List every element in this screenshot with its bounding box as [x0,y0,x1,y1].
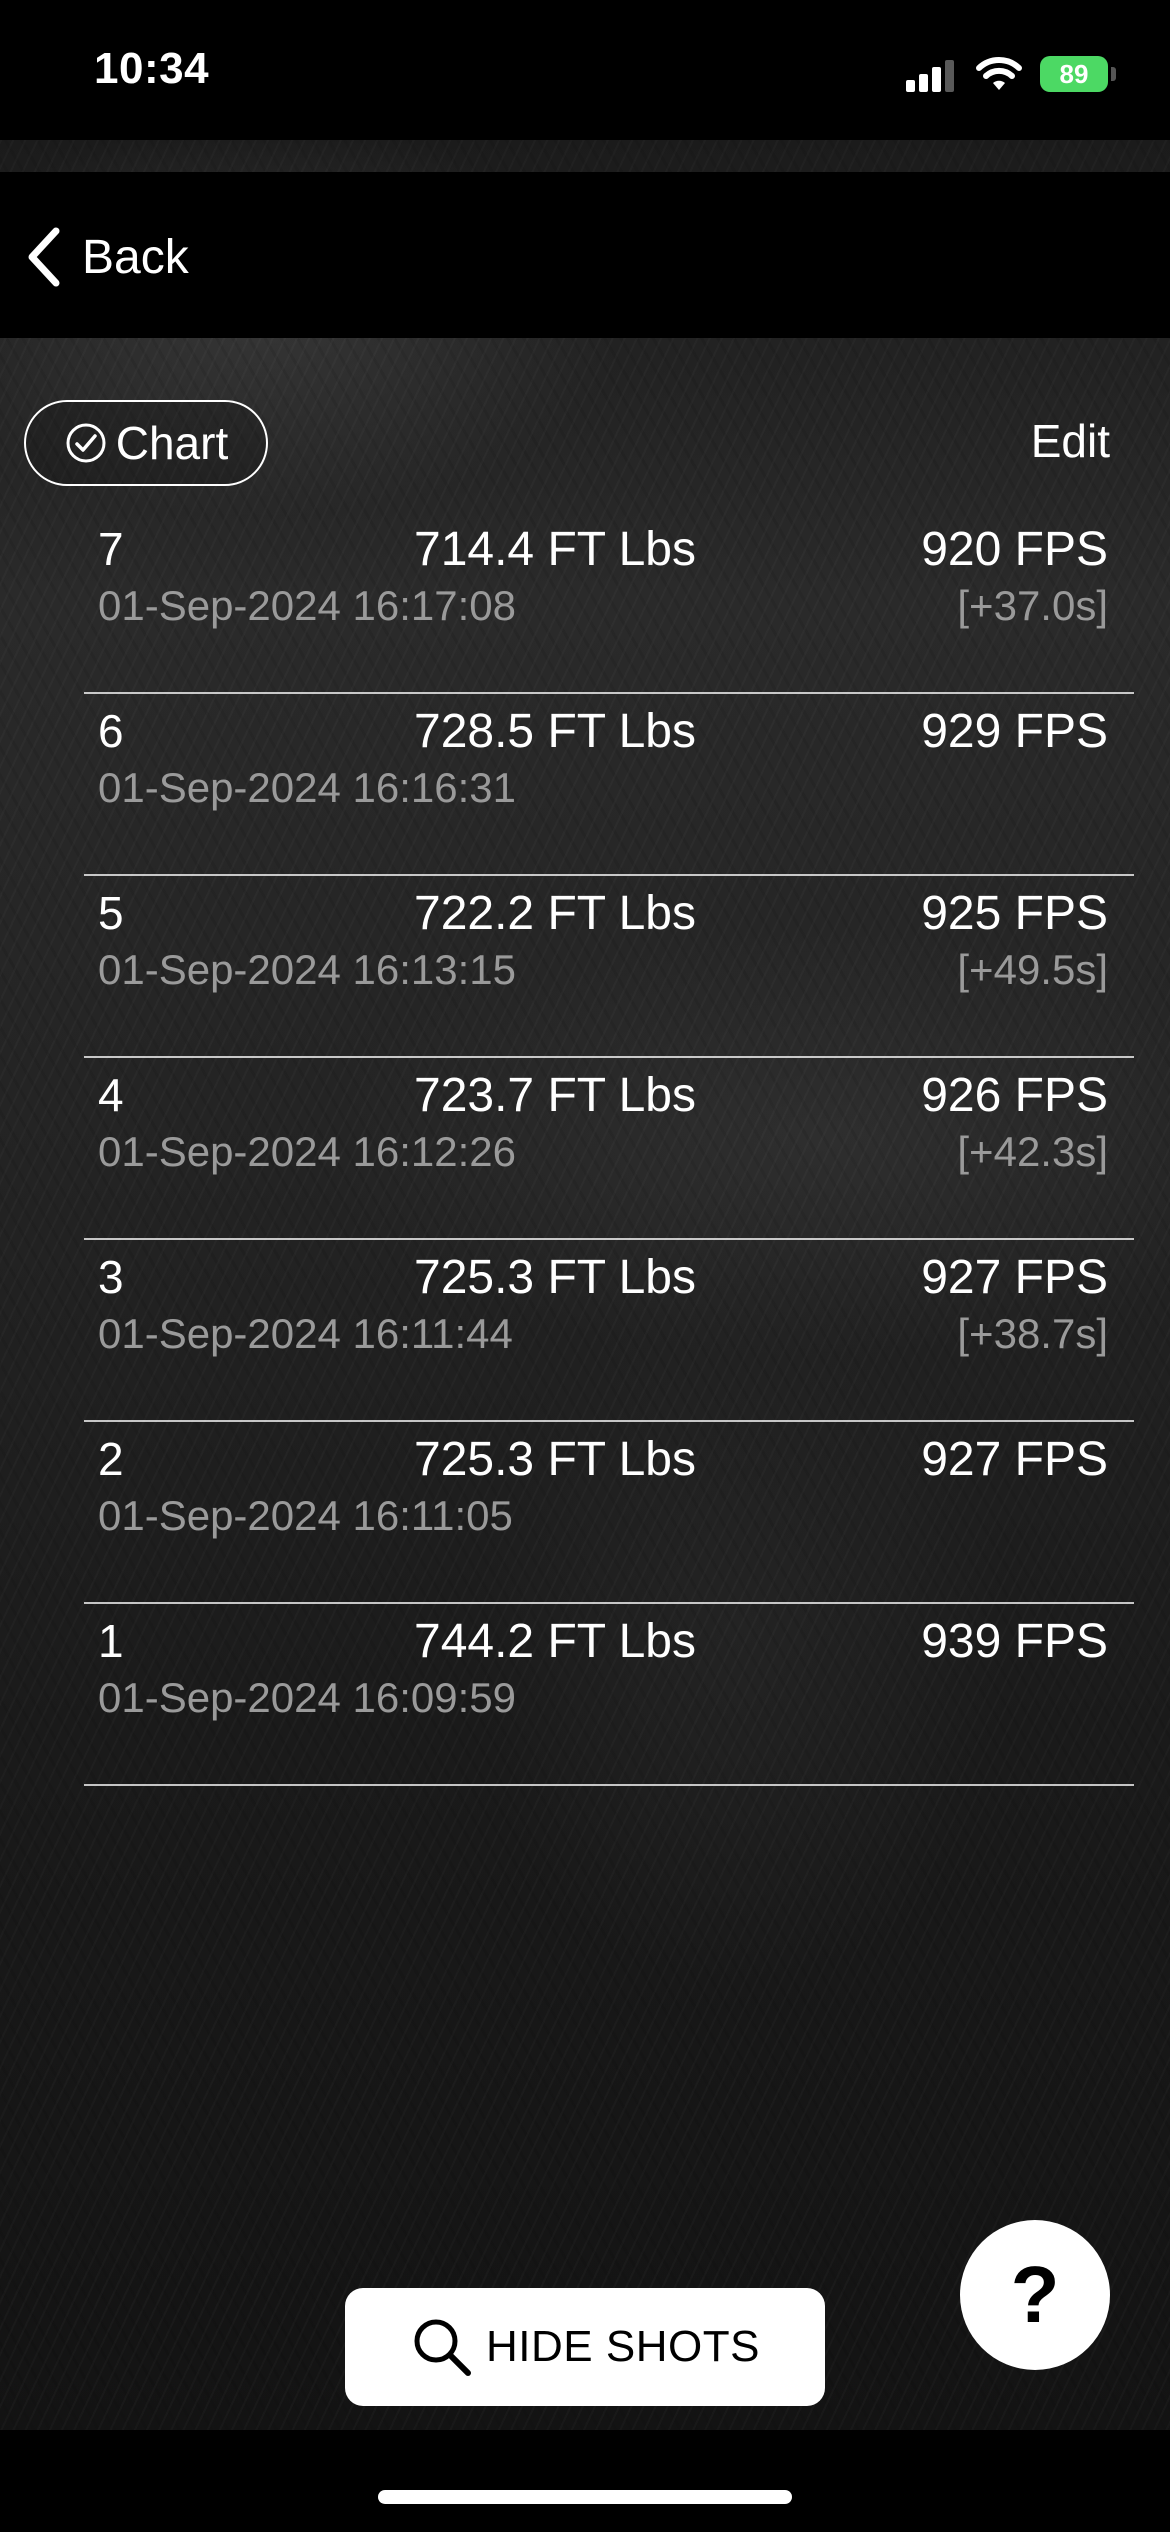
shot-timestamp: 01-Sep-2024 16:12:26 [98,1128,517,1175]
help-button[interactable]: ? [960,2220,1110,2370]
back-button[interactable]: Back [24,222,189,292]
shot-velocity: 920 FPS [921,523,1108,576]
shot-velocity: 927 FPS [921,1251,1108,1304]
shot-number: 7 [98,523,124,575]
shot-interval: [+37.0s] [957,582,1108,629]
home-indicator[interactable] [378,2490,792,2504]
shot-row[interactable]: 2 725.3 FT Lbs 927 FPS 01-Sep-2024 16:11… [84,1422,1134,1604]
check-circle-icon [66,423,106,463]
battery-level: 89 [1059,58,1089,89]
shot-row[interactable]: 7 714.4 FT Lbs 920 FPS 01-Sep-2024 16:17… [84,512,1134,694]
shot-velocity: 926 FPS [921,1069,1108,1122]
back-label: Back [82,230,189,284]
hide-shots-button[interactable]: HIDE SHOTS [345,2288,825,2406]
shot-timestamp: 01-Sep-2024 16:17:08 [98,582,517,629]
shot-number: 4 [98,1069,124,1121]
shot-energy: 728.5 FT Lbs [414,705,696,758]
battery-tip [1111,67,1116,81]
shot-interval: [+49.5s] [957,946,1108,993]
chart-toggle-button[interactable]: Chart [24,400,268,486]
shot-row[interactable]: 4 723.7 FT Lbs 926 FPS 01-Sep-2024 16:12… [84,1058,1134,1240]
shot-timestamp: 01-Sep-2024 16:13:15 [98,946,517,993]
shot-list: 7 714.4 FT Lbs 920 FPS 01-Sep-2024 16:17… [84,512,1134,1786]
shot-energy: 723.7 FT Lbs [414,1069,696,1122]
shot-row[interactable]: 1 744.2 FT Lbs 939 FPS 01-Sep-2024 16:09… [84,1604,1134,1786]
battery-icon: 89 [1040,56,1108,92]
shot-energy: 725.3 FT Lbs [414,1433,696,1486]
bottom-bar [0,2430,1170,2532]
chevron-left-icon [28,227,60,287]
shot-velocity: 929 FPS [921,705,1108,758]
shot-number: 6 [98,705,124,757]
chart-label: Chart [115,417,229,469]
shot-number: 2 [98,1433,124,1485]
signal-icon [906,58,956,92]
shot-timestamp: 01-Sep-2024 16:16:31 [98,764,517,811]
hide-shots-label: HIDE SHOTS [486,2322,760,2371]
edit-button[interactable]: Edit [1031,414,1110,468]
shot-row[interactable]: 5 722.2 FT Lbs 925 FPS 01-Sep-2024 16:13… [84,876,1134,1058]
shot-energy: 714.4 FT Lbs [414,523,696,576]
shot-timestamp: 01-Sep-2024 16:11:44 [98,1310,513,1357]
shot-row[interactable]: 6 728.5 FT Lbs 929 FPS 01-Sep-2024 16:16… [84,694,1134,876]
nav-bar: Back [0,172,1170,338]
shot-velocity: 925 FPS [921,887,1108,940]
shot-velocity: 939 FPS [921,1615,1108,1668]
status-time: 10:34 [94,44,210,93]
wifi-icon [976,57,1022,90]
search-icon [414,2319,472,2376]
shot-timestamp: 01-Sep-2024 16:09:59 [98,1674,517,1721]
shot-timestamp: 01-Sep-2024 16:11:05 [98,1492,513,1539]
shot-row[interactable]: 3 725.3 FT Lbs 927 FPS 01-Sep-2024 16:11… [84,1240,1134,1422]
shot-velocity: 927 FPS [921,1433,1108,1486]
shot-interval: [+42.3s] [957,1128,1108,1175]
shot-energy: 744.2 FT Lbs [414,1615,696,1668]
shot-number: 5 [98,887,124,939]
status-bar: 10:34 89 [0,0,1170,140]
shot-number: 1 [98,1615,124,1667]
shot-interval: [+38.7s] [957,1310,1108,1357]
shot-energy: 722.2 FT Lbs [414,887,696,940]
shot-number: 3 [98,1251,124,1303]
help-label: ? [1010,2250,1060,2339]
shot-energy: 725.3 FT Lbs [414,1251,696,1304]
